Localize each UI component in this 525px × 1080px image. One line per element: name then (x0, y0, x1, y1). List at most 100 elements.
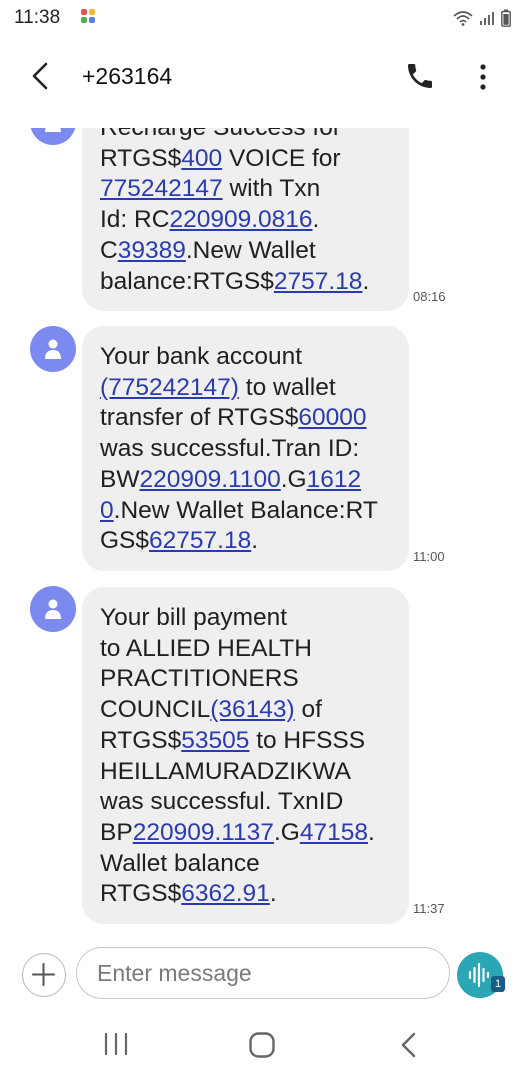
message-text: PRACTITIONERS (100, 665, 299, 693)
message-text: BP (100, 818, 133, 846)
message-line: C39389.New Wallet (100, 236, 391, 267)
message-line: 775242147 with Txn (100, 174, 391, 205)
message-line: RTGS$400 VOICE for (100, 144, 391, 175)
message-link[interactable]: 220909.0816 (169, 206, 312, 233)
sim-badge: 1 (491, 976, 505, 992)
message-list[interactable]: Recharge Success forRTGS$400 VOICE for77… (0, 128, 525, 928)
message-text: Recharge Success for (100, 128, 341, 141)
message-link[interactable]: 47158 (300, 819, 368, 846)
message-line: 0.New Wallet Balance:RT (100, 496, 391, 527)
message-text: . (312, 206, 320, 234)
message-link[interactable]: 775242147 (100, 175, 223, 202)
message-link[interactable]: 39389 (118, 237, 186, 264)
message-link[interactable]: 1612 (307, 466, 362, 493)
message-text: . (367, 818, 375, 846)
back-icon[interactable] (398, 1031, 420, 1059)
message-line: Id: RC220909.0816. (100, 205, 391, 236)
message-link[interactable]: (36143) (210, 696, 294, 723)
message-text: Your bank account (100, 343, 303, 370)
back-arrow-icon[interactable] (26, 60, 58, 92)
message-line: (775242147) to wallet (100, 373, 391, 404)
message-text: of (294, 696, 322, 724)
message-text: HEILLAMURADZIKWA (100, 757, 351, 785)
message-line: HEILLAMURADZIKWA (100, 757, 391, 788)
message-input[interactable] (76, 947, 450, 999)
message-link[interactable]: 6362.91 (181, 880, 270, 907)
message-link[interactable]: 220909.1100 (139, 466, 280, 493)
composer: 1 (0, 940, 525, 1004)
message-link[interactable]: 60000 (298, 404, 366, 431)
message-line: Wallet balance (100, 849, 391, 880)
message-text: .G (273, 818, 300, 846)
conversation-header: +263164 (0, 38, 525, 118)
contact-title: +263164 (82, 63, 173, 89)
message-text: RTGS$ (100, 880, 182, 908)
contact-avatar[interactable] (30, 128, 76, 145)
message-line: BP220909.1137.G47158. (100, 818, 391, 849)
message-line: RTGS$6362.91. (100, 879, 391, 910)
message-bubble[interactable]: Your bank account (775242147) to wallet tr… (82, 326, 409, 571)
message-text: RTGS$ (100, 726, 182, 754)
message-text: BW (100, 465, 140, 493)
message-link[interactable]: 400 (181, 145, 222, 172)
message-line: PRACTITIONERS (100, 664, 391, 695)
message-text: COUNCIL (100, 696, 211, 724)
message-line: was successful. TxnID (100, 787, 391, 818)
message-text: C (100, 236, 118, 264)
message-text: was successful. TxnID (100, 788, 344, 816)
message-time: 11:00 (413, 549, 445, 564)
message-line: to ALLIED HEALTH (100, 634, 391, 665)
message-text: . (251, 527, 259, 555)
message-bubble[interactable]: Recharge Success forRTGS$400 VOICE for77… (82, 128, 409, 312)
message-bubble[interactable]: Your bill payment to ALLIED HEALTH PRACTIT… (82, 587, 409, 925)
message-text: VOICE for (222, 144, 341, 172)
more-vert-icon[interactable] (468, 60, 498, 94)
message-text: . (362, 267, 370, 295)
message-text: to wallet (238, 373, 336, 401)
status-icons (453, 7, 511, 29)
message-link[interactable]: 53505 (181, 727, 249, 754)
message-time: 08:16 (413, 289, 446, 304)
home-icon[interactable] (248, 1031, 276, 1059)
status-time: 11:38 (14, 7, 61, 28)
message-link[interactable]: 0 (100, 497, 114, 524)
message-text: to ALLIED HEALTH (100, 634, 312, 662)
message-text: Wallet balance (100, 849, 260, 877)
message-line: COUNCIL(36143) of (100, 695, 391, 726)
message-line: Your bill payment (100, 603, 391, 634)
signal-icon (480, 12, 494, 25)
message-text: . (269, 880, 277, 908)
app-notification-icon (81, 9, 96, 24)
message-link[interactable]: 62757.18 (149, 527, 251, 554)
message-link[interactable]: 220909.1137 (133, 819, 274, 846)
message-text: with Txn (222, 175, 321, 203)
message-text: to HFSSS (249, 726, 366, 754)
message-link[interactable]: (775242147) (100, 374, 239, 401)
message-text: GS$ (100, 527, 150, 555)
message-text: .New Wallet Balance:RT (113, 496, 378, 524)
phone-icon[interactable] (404, 60, 436, 92)
contact-avatar[interactable] (30, 586, 76, 632)
status-bar: 11:38 (0, 0, 525, 38)
message-text: balance:RTGS$ (100, 267, 274, 295)
message-text: RTGS$ (100, 144, 182, 172)
add-icon[interactable] (22, 953, 66, 997)
contact-avatar[interactable] (30, 326, 76, 372)
message-line: Recharge Success for (100, 128, 391, 144)
person-icon (45, 599, 61, 619)
system-nav-bar (0, 1010, 525, 1080)
message-text: Your bill payment (100, 604, 288, 631)
message-line: BW220909.1100.G1612 (100, 465, 391, 496)
message-text: Id: RC (100, 206, 170, 234)
message-text: .New Wallet (185, 236, 316, 264)
person-icon (45, 339, 61, 359)
person-icon (45, 128, 61, 132)
message-line: was successful.Tran ID: (100, 434, 391, 465)
message-line: GS$62757.18. (100, 526, 391, 557)
wifi-icon (453, 11, 473, 26)
message-line: balance:RTGS$2757.18. (100, 267, 391, 298)
message-line: transfer of RTGS$60000 (100, 403, 391, 434)
recents-icon[interactable] (103, 1032, 129, 1056)
battery-icon (501, 9, 511, 27)
message-link[interactable]: 2757.18 (274, 268, 363, 295)
